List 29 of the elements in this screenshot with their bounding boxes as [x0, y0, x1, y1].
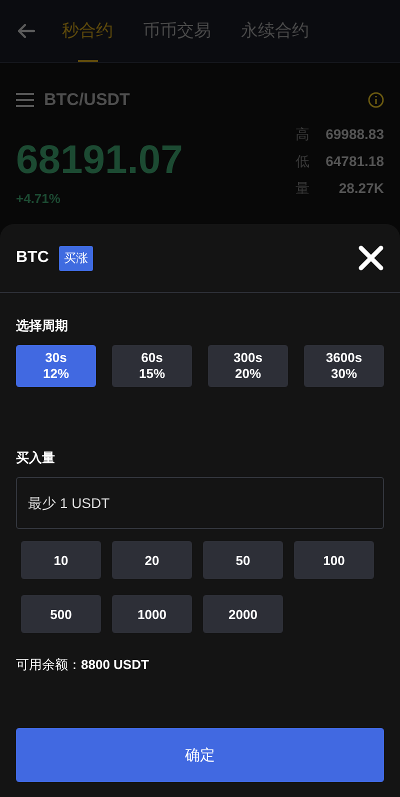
- stat-value: 64781.18: [326, 153, 384, 171]
- balance-label: 可用余额：: [16, 657, 81, 672]
- section-title: 选择周期: [16, 317, 69, 335]
- period-option[interactable]: 3600s 30%: [304, 345, 384, 387]
- amount-preset[interactable]: 1000: [112, 595, 192, 633]
- period-option[interactable]: 60s 15%: [112, 345, 192, 387]
- balance-value: 8800 USDT: [81, 657, 149, 672]
- close-icon[interactable]: [358, 245, 384, 271]
- menu-icon[interactable]: [16, 93, 34, 107]
- info-icon[interactable]: [368, 92, 384, 108]
- amount-preset[interactable]: 2000: [203, 595, 283, 633]
- amount-preset[interactable]: 50: [203, 541, 283, 579]
- period-option[interactable]: 300s 20%: [208, 345, 288, 387]
- trading-pair: BTC/USDT: [44, 90, 130, 110]
- amount-input-field[interactable]: 最少 1 USDT: [16, 477, 384, 529]
- amount-preset[interactable]: 20: [112, 541, 192, 579]
- confirm-button[interactable]: 确定: [16, 728, 384, 782]
- stat-value: 69988.83: [326, 126, 384, 144]
- stat-value: 28.27K: [338, 180, 384, 198]
- amount-preset[interactable]: 10: [21, 541, 101, 579]
- period-option[interactable]: 30s 12%: [16, 345, 96, 387]
- price-change: +4.71%: [16, 191, 62, 206]
- coin-name: BTC: [16, 249, 49, 267]
- back-arrow-icon[interactable]: [16, 23, 36, 39]
- section-title: 买入量: [16, 449, 56, 467]
- direction-badge: 买涨: [58, 246, 93, 270]
- price: 68191.07: [16, 138, 183, 183]
- amount-preset[interactable]: 100: [294, 541, 374, 579]
- amount-preset[interactable]: 500: [21, 595, 101, 633]
